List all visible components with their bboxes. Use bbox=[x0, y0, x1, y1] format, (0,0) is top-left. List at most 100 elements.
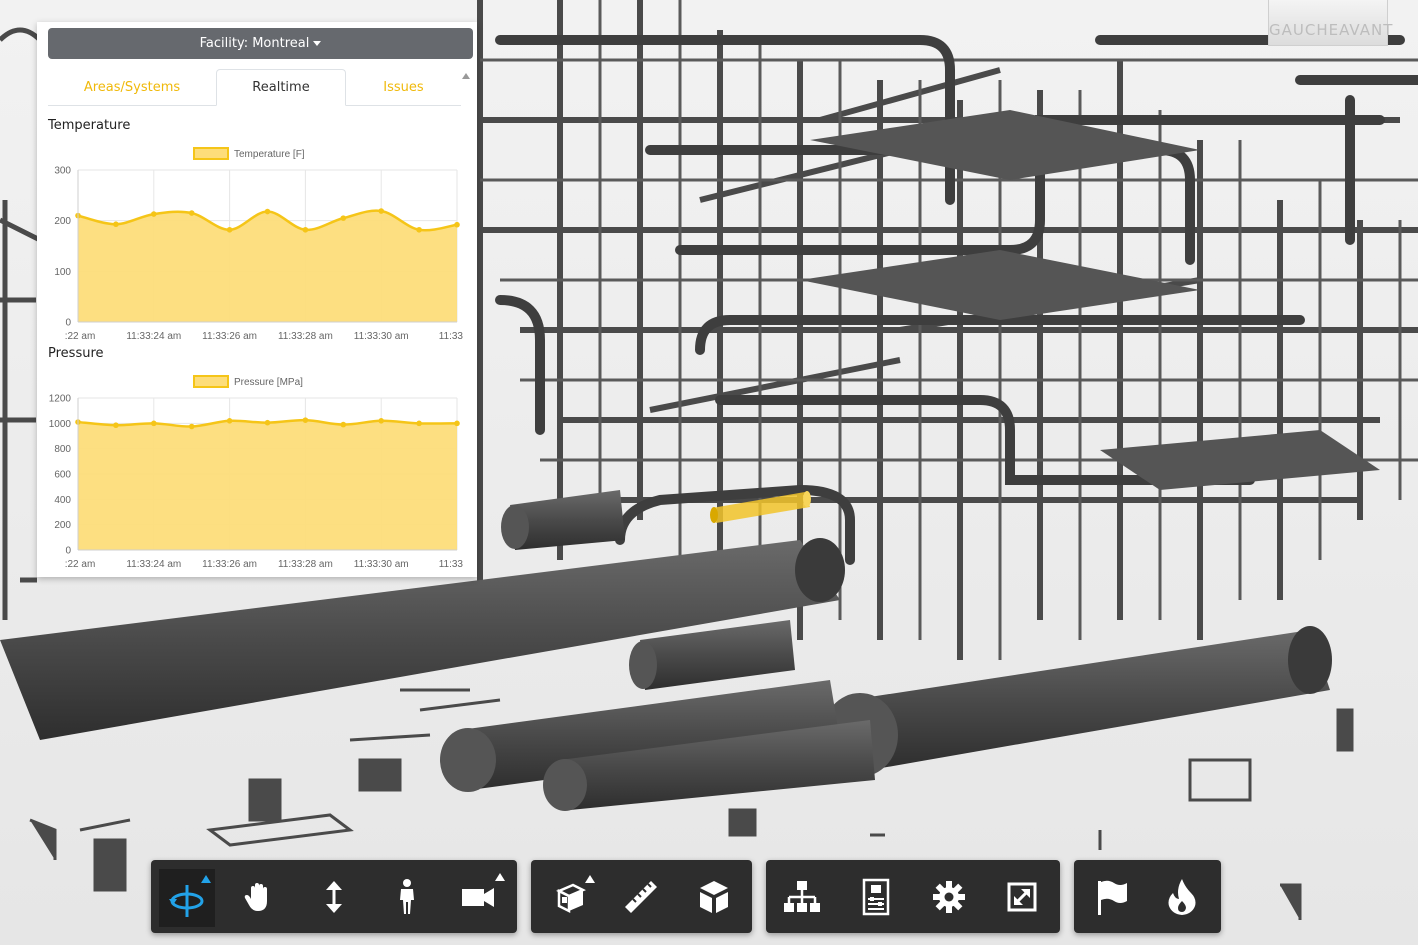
pan-button[interactable] bbox=[231, 869, 287, 925]
orbit-icon bbox=[169, 885, 204, 917]
data-point[interactable] bbox=[416, 420, 422, 427]
data-point[interactable] bbox=[113, 422, 119, 429]
data-point[interactable] bbox=[454, 420, 460, 427]
zoom-button[interactable] bbox=[306, 869, 362, 925]
x-tick-label: 11:33:30 am bbox=[354, 559, 409, 570]
explode-icon bbox=[556, 883, 586, 914]
first-person-button[interactable] bbox=[379, 869, 435, 925]
heatmap-button[interactable] bbox=[1154, 869, 1210, 925]
issues-flag-button[interactable] bbox=[1084, 869, 1140, 925]
temperature-chart-title: Temperature bbox=[48, 118, 131, 133]
navigation-tools-group bbox=[151, 860, 517, 933]
data-point[interactable] bbox=[264, 419, 271, 426]
x-tick-label: 11:33:26 am bbox=[202, 559, 257, 570]
x-tick-label: :22 am bbox=[65, 559, 96, 570]
tab-areas-systems[interactable]: Areas/Systems bbox=[48, 69, 216, 105]
series-area bbox=[78, 420, 457, 550]
tab-realtime[interactable]: Realtime bbox=[216, 69, 346, 106]
pressure-chart-title: Pressure bbox=[48, 346, 104, 361]
legend-swatch[interactable] bbox=[193, 375, 229, 388]
dashboard-panel: Facility: Montreal Areas/Systems Realtim… bbox=[37, 22, 477, 577]
y-tick-label: 200 bbox=[54, 520, 71, 531]
y-tick-label: 0 bbox=[65, 546, 71, 557]
view-cube-left-face: GAUCHE bbox=[1269, 21, 1340, 39]
tab-label: Realtime bbox=[252, 80, 310, 95]
settings-button[interactable] bbox=[921, 869, 977, 925]
data-point[interactable] bbox=[340, 421, 347, 428]
properties-button[interactable] bbox=[848, 869, 904, 925]
y-tick-label: 100 bbox=[54, 267, 71, 278]
fullscreen-icon bbox=[1007, 882, 1037, 912]
panel-tabs: Areas/Systems Realtime Issues bbox=[48, 69, 461, 106]
settings-gear-icon bbox=[933, 881, 965, 913]
y-tick-label: 600 bbox=[54, 470, 71, 481]
measure-button[interactable] bbox=[613, 869, 669, 925]
y-tick-label: 1200 bbox=[49, 394, 72, 405]
data-point[interactable] bbox=[226, 226, 233, 233]
model-browser-icon bbox=[784, 881, 820, 912]
x-tick-label: :22 am bbox=[65, 331, 96, 342]
explode-button[interactable] bbox=[543, 869, 599, 925]
section-button[interactable] bbox=[686, 869, 742, 925]
x-tick-label: 11:33:28 am bbox=[278, 559, 333, 570]
data-point[interactable] bbox=[454, 221, 460, 228]
camera-button[interactable] bbox=[451, 869, 507, 925]
zoom-updown-icon bbox=[326, 881, 342, 913]
tab-label: Areas/Systems bbox=[83, 79, 181, 95]
series-area bbox=[78, 210, 457, 322]
x-tick-label: 11:33 bbox=[439, 331, 463, 342]
model-tools-group bbox=[531, 860, 752, 933]
facility-dropdown-label: Facility: Montreal bbox=[199, 36, 310, 51]
y-tick-label: 400 bbox=[54, 495, 71, 506]
model-browser-button[interactable] bbox=[774, 869, 830, 925]
legend-label[interactable]: Temperature [F] bbox=[234, 149, 305, 160]
data-point[interactable] bbox=[378, 208, 385, 214]
y-tick-label: 800 bbox=[54, 444, 71, 455]
data-point[interactable] bbox=[264, 208, 271, 215]
y-tick-label: 0 bbox=[65, 318, 71, 329]
submenu-indicator-icon bbox=[201, 875, 211, 883]
submenu-indicator-icon bbox=[495, 873, 505, 881]
data-point[interactable] bbox=[302, 417, 309, 423]
data-point[interactable] bbox=[378, 418, 385, 424]
flag-icon bbox=[1098, 880, 1127, 915]
data-point[interactable] bbox=[226, 418, 233, 424]
legend-swatch[interactable] bbox=[193, 147, 229, 160]
tab-issues[interactable]: Issues bbox=[346, 69, 461, 105]
data-point[interactable] bbox=[188, 423, 195, 430]
settings-tools-group bbox=[766, 860, 1060, 933]
orbit-button[interactable] bbox=[159, 869, 215, 927]
camera-icon bbox=[462, 888, 494, 907]
properties-icon bbox=[862, 878, 890, 916]
legend-label[interactable]: Pressure [MPa] bbox=[234, 377, 303, 388]
data-point[interactable] bbox=[340, 215, 347, 221]
fullscreen-button[interactable] bbox=[994, 869, 1050, 925]
pressure-chart: Pressure [MPa] 0 200 400 600 800 1000 1200 :22 a… bbox=[49, 375, 463, 570]
data-point[interactable] bbox=[416, 226, 422, 233]
submenu-indicator-icon bbox=[585, 875, 595, 883]
view-cube[interactable]: GAUCHE AVANT bbox=[1268, 0, 1392, 46]
y-tick-label: 200 bbox=[54, 216, 71, 227]
temperature-chart: Temperature [F] 0 100 200 300 :22 am 11:33:24 … bbox=[54, 147, 463, 342]
data-point[interactable] bbox=[188, 210, 195, 216]
x-tick-label: 11:33:30 am bbox=[354, 331, 409, 342]
tab-label: Issues bbox=[383, 79, 424, 95]
caret-down-icon bbox=[313, 41, 322, 46]
data-point[interactable] bbox=[113, 221, 119, 228]
x-tick-label: 11:33:28 am bbox=[278, 331, 333, 342]
x-tick-label: 11:33:26 am bbox=[202, 331, 257, 342]
measure-ruler-icon bbox=[625, 881, 657, 913]
scroll-up-arrow-icon[interactable] bbox=[462, 73, 470, 79]
section-cube-icon bbox=[700, 881, 728, 913]
flame-icon bbox=[1168, 879, 1196, 915]
extensions-tools-group bbox=[1074, 860, 1221, 933]
data-point[interactable] bbox=[302, 226, 309, 233]
y-tick-label: 300 bbox=[54, 166, 71, 177]
x-tick-label: 11:33:24 am bbox=[126, 331, 181, 342]
data-point[interactable] bbox=[151, 420, 157, 427]
y-tick-label: 1000 bbox=[49, 419, 72, 430]
pan-hand-icon bbox=[244, 883, 267, 911]
data-point[interactable] bbox=[151, 211, 157, 217]
facility-dropdown-button[interactable]: Facility: Montreal bbox=[48, 28, 473, 59]
view-cube-front-face: AVANT bbox=[1339, 21, 1394, 39]
